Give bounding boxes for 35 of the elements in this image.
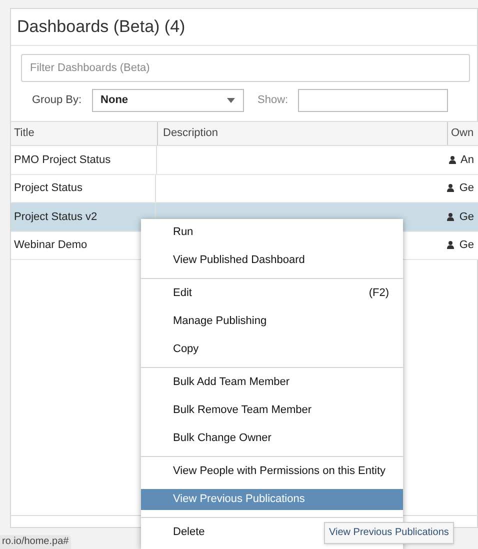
owner-cell-text: Ge (459, 210, 474, 224)
title-cell-text: Webinar Demo (14, 238, 88, 253)
tooltip: View Previous Publications (324, 522, 454, 544)
person-icon (448, 156, 456, 164)
menu-item[interactable]: Copy (141, 339, 403, 360)
owner-cell-text: Ge (459, 181, 474, 196)
column-header[interactable]: Title (14, 125, 34, 142)
menu-item[interactable]: Bulk Add Team Member (141, 372, 403, 393)
panel-title: Dashboards (Beta) (4) (17, 16, 186, 38)
menu-item[interactable]: Bulk Change Owner (141, 428, 403, 449)
owner-cell-text: An (460, 152, 474, 168)
show-dropdown[interactable] (298, 88, 448, 112)
column-header[interactable]: Description (163, 125, 218, 142)
group-by-label: Group By: (32, 92, 82, 108)
show-label: Show: (258, 92, 288, 108)
owner-cell-text: Ge (459, 238, 474, 253)
person-icon (447, 212, 454, 221)
status-url: ro.io/home.pa# (0, 535, 71, 549)
menu-item[interactable]: View Published Dashboard (141, 250, 403, 271)
menu-item[interactable]: Edit (F2) (141, 283, 403, 304)
title-cell-text: Project Status v2 (14, 210, 98, 224)
table-row[interactable]: PMO Project Status An (11, 146, 478, 174)
person-icon (447, 241, 454, 250)
title-cell-text: Project Status (14, 181, 82, 196)
person-icon (447, 184, 454, 192)
menu-item[interactable]: View People with Permissions on this Entity (141, 461, 403, 482)
menu-item[interactable]: View Previous Publications (141, 489, 403, 510)
caret-icon (226, 98, 235, 102)
group-by-dropdown[interactable]: None (92, 88, 244, 112)
column-header[interactable]: Own (451, 125, 474, 142)
title-cell-text: PMO Project Status (14, 152, 111, 168)
table-row[interactable]: Project Status Ge (11, 174, 478, 203)
menu-item[interactable]: Bulk Remove Team Member (141, 400, 403, 421)
menu-item[interactable]: Manage Publishing (141, 311, 403, 332)
filter-field[interactable]: Filter Dashboards (Beta) (21, 54, 470, 82)
